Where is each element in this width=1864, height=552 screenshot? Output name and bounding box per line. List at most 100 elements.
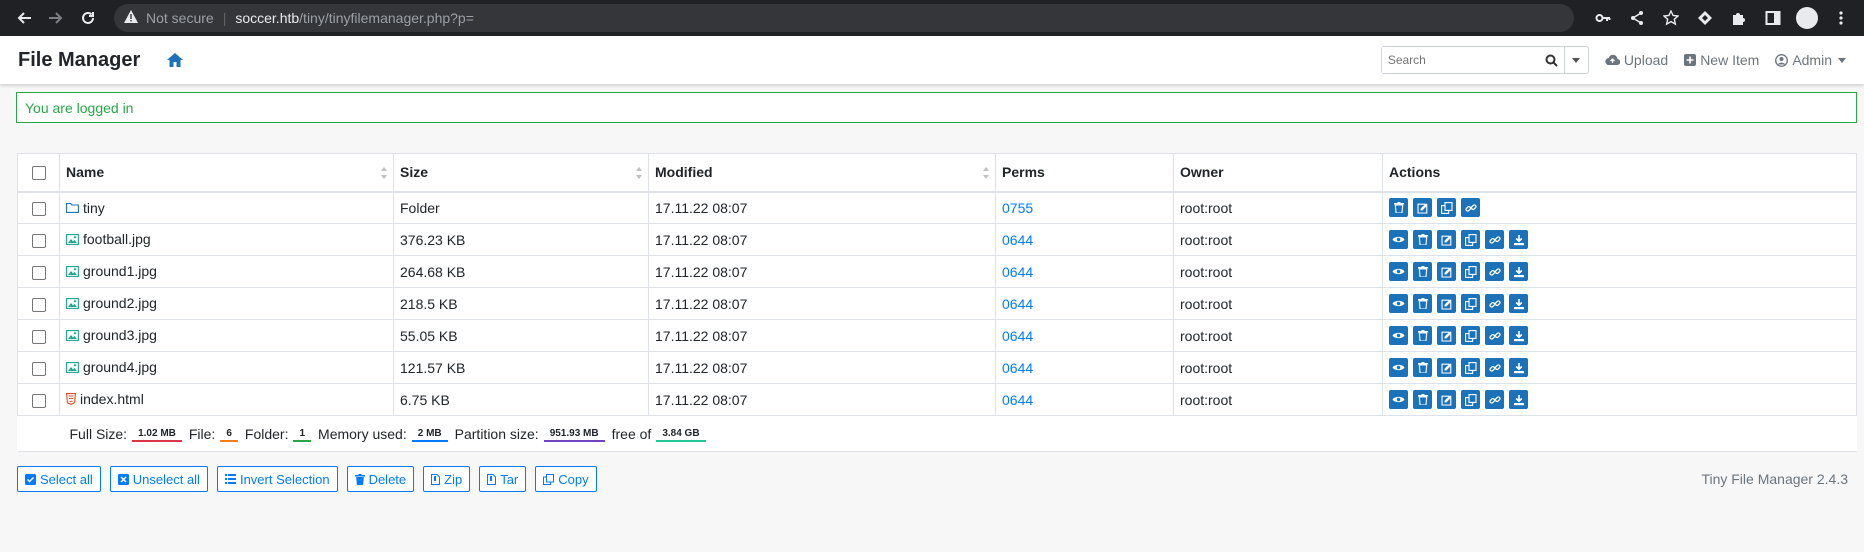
extension-diamond-icon[interactable] xyxy=(1690,3,1720,33)
download-button[interactable] xyxy=(1509,326,1528,345)
view-button[interactable] xyxy=(1389,390,1408,409)
partition-badge: 951.93 MB xyxy=(543,426,605,442)
extensions-puzzle-icon[interactable] xyxy=(1724,3,1754,33)
copy-button[interactable]: Copy xyxy=(535,466,597,492)
file-name-link[interactable]: ground2.jpg xyxy=(66,295,157,311)
row-checkbox[interactable] xyxy=(31,233,46,248)
home-icon[interactable] xyxy=(166,51,184,69)
forward-icon[interactable] xyxy=(40,2,72,34)
perms-link[interactable]: 0644 xyxy=(1002,296,1033,312)
address-bar[interactable]: Not secure | soccer.htb/tiny/tinyfileman… xyxy=(114,4,1574,32)
row-checkbox[interactable] xyxy=(31,393,46,408)
perms-link[interactable]: 0755 xyxy=(1002,200,1033,216)
rename-button[interactable] xyxy=(1413,198,1432,218)
file-name-link[interactable]: ground1.jpg xyxy=(66,263,157,279)
column-header-name[interactable]: Name xyxy=(59,153,394,193)
key-icon[interactable] xyxy=(1588,3,1618,33)
direct-link-button[interactable] xyxy=(1485,262,1504,281)
column-header-modified[interactable]: Modified xyxy=(648,153,996,193)
copy-item-button[interactable] xyxy=(1437,198,1456,218)
view-button[interactable] xyxy=(1389,262,1408,281)
delete-item-button[interactable] xyxy=(1413,326,1432,345)
file-name-link[interactable]: tiny xyxy=(66,200,105,216)
download-button[interactable] xyxy=(1509,262,1528,281)
delete-item-button[interactable] xyxy=(1413,390,1432,409)
view-button[interactable] xyxy=(1389,326,1408,345)
perms-link[interactable]: 0644 xyxy=(1002,360,1033,376)
unselect-all-button[interactable]: Unselect all xyxy=(109,466,208,492)
download-button[interactable] xyxy=(1509,390,1528,409)
download-button[interactable] xyxy=(1509,294,1528,313)
brand-title[interactable]: File Manager xyxy=(18,49,140,72)
rename-button[interactable] xyxy=(1437,294,1456,313)
download-icon xyxy=(1513,298,1525,310)
search-input[interactable] xyxy=(1381,47,1540,73)
invert-selection-button[interactable]: Invert Selection xyxy=(216,466,338,492)
tar-button[interactable]: Tar xyxy=(479,466,527,492)
reload-icon[interactable] xyxy=(72,2,104,34)
copy-item-button[interactable] xyxy=(1461,262,1480,281)
chrome-menu-icon[interactable] xyxy=(1826,3,1856,33)
delete-item-button[interactable] xyxy=(1413,358,1432,377)
row-checkbox[interactable] xyxy=(31,201,46,216)
view-button[interactable] xyxy=(1389,358,1408,377)
rename-button[interactable] xyxy=(1437,358,1456,377)
perms-link[interactable]: 0644 xyxy=(1002,392,1033,408)
download-button[interactable] xyxy=(1509,230,1528,249)
row-checkbox[interactable] xyxy=(31,329,46,344)
file-name-link[interactable]: index.html xyxy=(66,391,144,407)
view-button[interactable] xyxy=(1389,230,1408,249)
file-name-link[interactable]: ground4.jpg xyxy=(66,359,157,375)
file-name-text: ground1.jpg xyxy=(83,263,157,280)
invert-selection-label: Invert Selection xyxy=(239,471,330,487)
direct-link-button[interactable] xyxy=(1461,198,1480,218)
upload-link[interactable]: Upload xyxy=(1605,52,1668,68)
direct-link-button[interactable] xyxy=(1485,358,1504,377)
copy-item-button[interactable] xyxy=(1461,294,1480,313)
edit-icon xyxy=(1440,266,1453,278)
copy-item-button[interactable] xyxy=(1461,326,1480,345)
direct-link-button[interactable] xyxy=(1485,294,1504,313)
perms-link[interactable]: 0644 xyxy=(1002,328,1033,344)
side-panel-icon[interactable] xyxy=(1758,3,1788,33)
direct-link-button[interactable] xyxy=(1485,390,1504,409)
file-name-link[interactable]: football.jpg xyxy=(66,231,151,247)
delete-item-button[interactable] xyxy=(1389,198,1408,218)
rename-button[interactable] xyxy=(1437,326,1456,345)
column-header-size[interactable]: Size xyxy=(393,153,649,193)
share-icon[interactable] xyxy=(1622,3,1652,33)
row-checkbox[interactable] xyxy=(31,361,46,376)
delete-item-button[interactable] xyxy=(1413,262,1432,281)
rename-button[interactable] xyxy=(1437,390,1456,409)
zip-button[interactable]: Zip xyxy=(423,466,471,492)
delete-item-button[interactable] xyxy=(1413,294,1432,313)
search-icon[interactable] xyxy=(1540,47,1564,73)
delete-button[interactable]: Delete xyxy=(346,466,415,492)
select-all-checkbox[interactable] xyxy=(31,166,46,181)
search-dropdown-toggle[interactable] xyxy=(1563,47,1588,73)
rename-button[interactable] xyxy=(1437,230,1456,249)
row-checkbox[interactable] xyxy=(31,265,46,280)
file-perms-cell: 0644 xyxy=(995,383,1174,416)
delete-item-button[interactable] xyxy=(1413,230,1432,249)
back-icon[interactable] xyxy=(8,2,40,34)
perms-link[interactable]: 0644 xyxy=(1002,264,1033,280)
perms-link[interactable]: 0644 xyxy=(1002,232,1033,248)
copy-icon xyxy=(1464,297,1477,310)
view-button[interactable] xyxy=(1389,294,1408,313)
copy-item-button[interactable] xyxy=(1461,390,1480,409)
copy-item-button[interactable] xyxy=(1461,230,1480,249)
copy-item-button[interactable] xyxy=(1461,358,1480,377)
direct-link-button[interactable] xyxy=(1485,230,1504,249)
file-size-cell: 218.5 KB xyxy=(393,287,649,320)
select-all-button[interactable]: Select all xyxy=(17,466,101,492)
direct-link-button[interactable] xyxy=(1485,326,1504,345)
new-item-link[interactable]: New Item xyxy=(1684,52,1759,68)
row-checkbox[interactable] xyxy=(31,297,46,312)
bookmark-star-icon[interactable] xyxy=(1656,3,1686,33)
profile-avatar-icon[interactable] xyxy=(1792,3,1822,33)
rename-button[interactable] xyxy=(1437,262,1456,281)
file-name-link[interactable]: ground3.jpg xyxy=(66,327,157,343)
download-button[interactable] xyxy=(1509,358,1528,377)
admin-dropdown[interactable]: Admin xyxy=(1775,52,1846,68)
